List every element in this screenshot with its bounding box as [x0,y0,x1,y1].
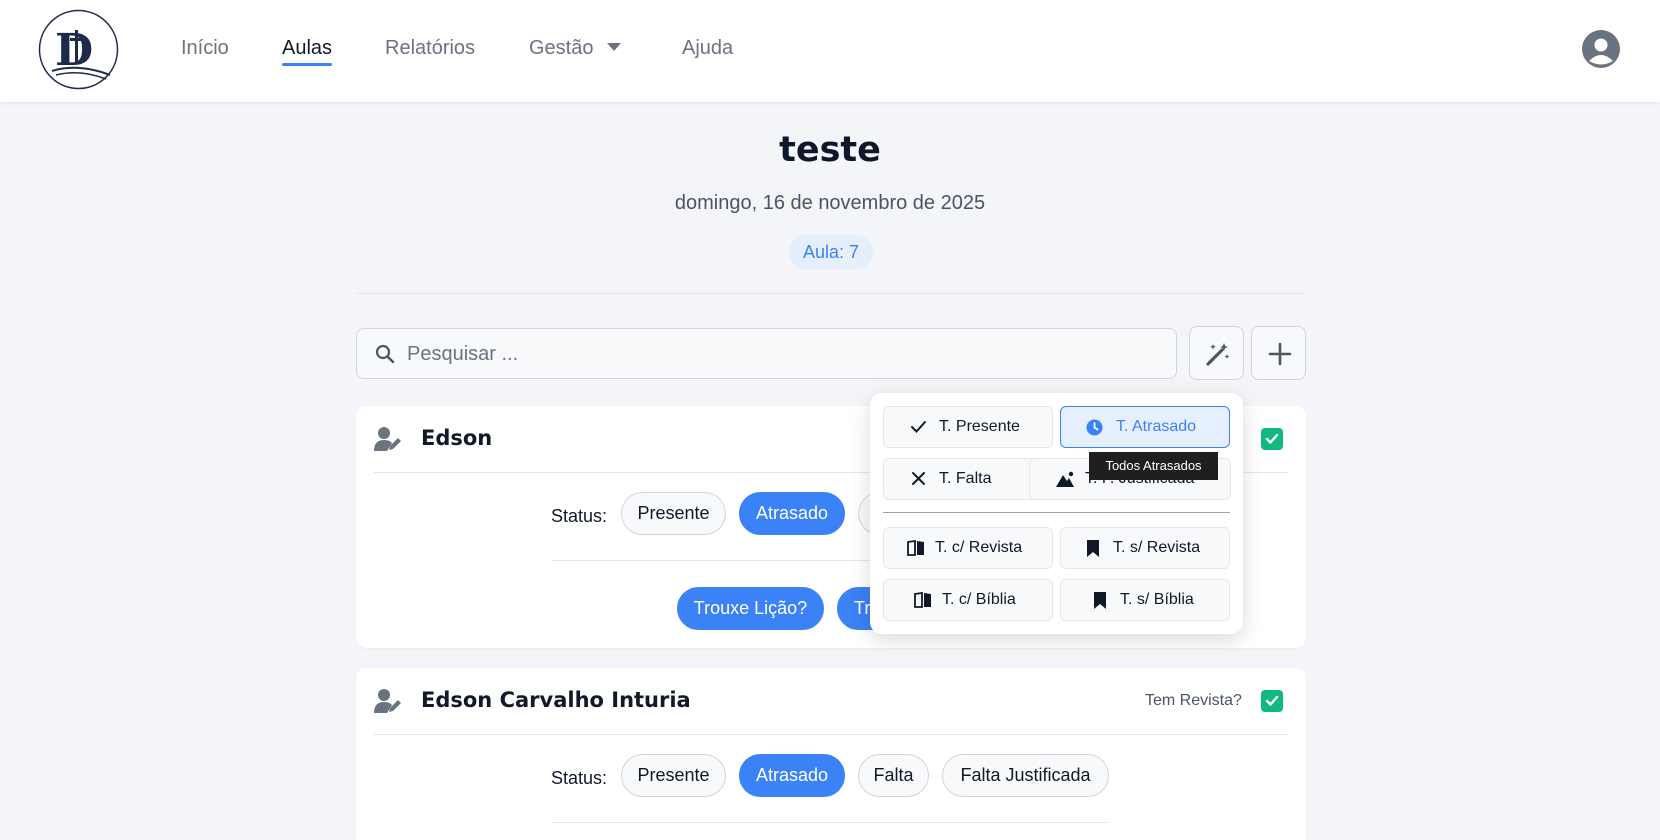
student-name: Edson Carvalho Inturia [421,688,691,712]
menu-item-label: T. s/ Revista [1113,539,1201,556]
user-avatar-icon[interactable] [1582,30,1620,68]
status-label: Status: [551,768,608,788]
nav-gestao[interactable]: Gestão [529,34,622,66]
student-name: Edson [421,426,493,450]
x-icon [912,472,925,485]
todos-com-revista-button[interactable]: T. c/ Revista [883,527,1053,569]
divider [356,293,1306,294]
user-edit-icon [374,427,401,451]
menu-item-label: T. c/ Revista [935,539,1023,556]
plus-icon [1268,342,1292,366]
student-card: Edson Carvalho Inturia Tem Revista? Stat… [356,668,1306,840]
add-student-button[interactable] [1251,326,1306,380]
check-icon [911,421,926,433]
status-atrasado-button[interactable]: Atrasado [739,754,845,797]
divider [551,822,1108,823]
aula-number-badge: Aula: 7 [789,235,873,269]
nav-relatorios[interactable]: Relatórios [385,34,475,66]
user-edit-icon [374,689,401,713]
search-input[interactable] [407,337,1147,371]
status-falta-justificada-button[interactable]: Falta Justificada [942,754,1109,797]
class-date: domingo, 16 de novembro de 2025 [674,192,986,214]
book-open-icon [914,592,931,608]
nav-ajuda[interactable]: Ajuda [682,34,733,66]
bulk-actions-menu: T. Presente T. Atrasado T. Falta T. F. J… [870,393,1243,634]
magic-wand-icon [1206,343,1230,366]
chevron-down-icon [607,42,622,51]
nav-aulas[interactable]: Aulas [282,34,333,66]
menu-item-label: T. Falta [939,470,992,487]
nav-gestao-label: Gestão [529,37,594,59]
divider [374,734,1288,735]
tem-revista-checkbox[interactable] [1261,690,1283,712]
top-navbar: D Início Aulas Relatórios Gestão Ajuda [0,0,1660,102]
status-presente-button[interactable]: Presente [621,492,726,535]
tem-revista-checkbox[interactable] [1261,428,1283,450]
menu-item-label: T. Presente [939,418,1020,435]
page-title: teste [779,130,881,170]
todos-sem-revista-button[interactable]: T. s/ Revista [1060,527,1230,569]
todos-falta-button[interactable]: T. Falta [883,458,1053,500]
tooltip: Todos Atrasados [1089,452,1218,480]
nav-inicio[interactable]: Início [181,34,229,66]
book-open-icon [907,540,924,556]
status-presente-button[interactable]: Presente [621,754,726,797]
tem-revista-label: Tem Revista? [1145,692,1242,709]
check-icon [1265,695,1279,706]
menu-item-label: T. Atrasado [1116,418,1197,435]
search-icon [375,344,395,364]
bulk-actions-button[interactable] [1189,326,1244,380]
menu-item-label: T. c/ Bíblia [942,591,1016,608]
menu-item-label: T. s/ Bíblia [1120,591,1194,608]
trouxe-licao-button[interactable]: Trouxe Lição? [677,587,824,630]
status-falta-button[interactable]: Falta [858,754,929,797]
todos-sem-biblia-button[interactable]: T. s/ Bíblia [1060,579,1230,621]
todos-atrasado-button[interactable]: T. Atrasado [1060,406,1230,448]
bookmark-icon [1087,540,1099,557]
todos-presente-button[interactable]: T. Presente [883,406,1053,448]
todos-com-biblia-button[interactable]: T. c/ Bíblia [883,579,1053,621]
search-box [356,328,1177,379]
mountain-icon [1056,471,1074,487]
check-icon [1265,433,1279,444]
status-atrasado-button[interactable]: Atrasado [739,492,845,535]
bookmark-icon [1094,592,1106,609]
menu-divider [883,512,1230,513]
status-label: Status: [551,506,608,526]
church-logo[interactable]: D [38,9,119,90]
clock-icon [1086,419,1103,436]
